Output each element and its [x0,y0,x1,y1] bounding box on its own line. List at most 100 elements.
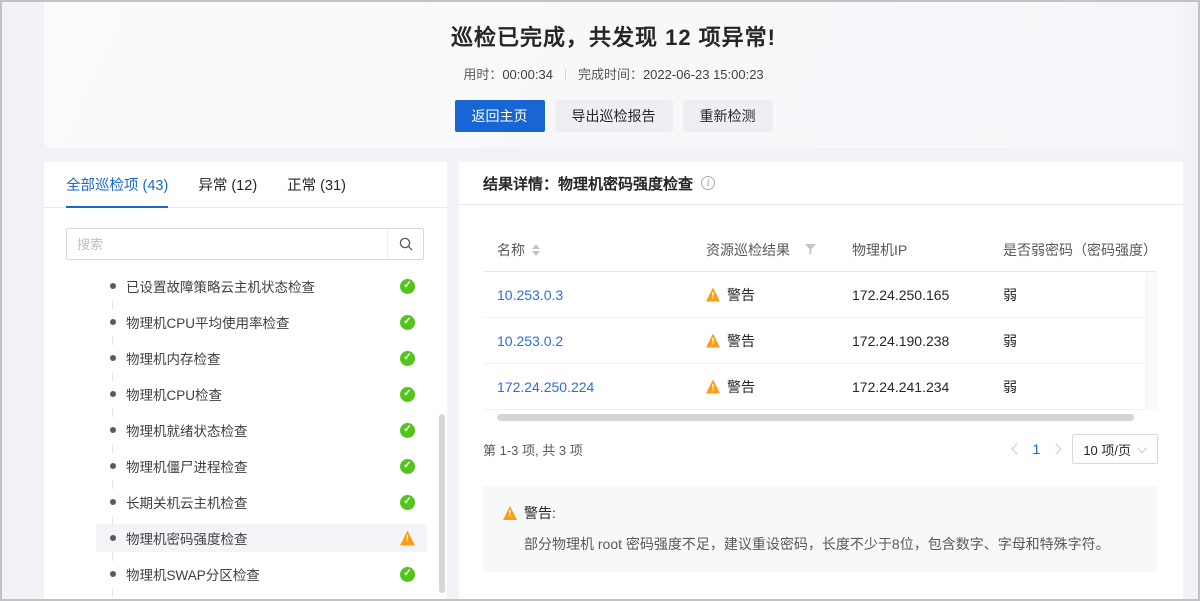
status-warning-icon [400,531,415,546]
resource-link[interactable]: 10.253.0.3 [497,287,563,303]
bullet-icon [110,427,116,433]
duration-label: 用时： [463,67,502,82]
pagination-summary: 第 1-3 项, 共 3 项 [483,440,583,459]
inspection-item[interactable]: 物理机SWAP分区检查 [96,560,427,588]
inspection-item-label: 物理机密码强度检查 [126,528,400,548]
result-value: 警告 [727,331,755,351]
timeline-connector [112,589,113,597]
weak-password-value: 弱 [1003,285,1157,305]
warning-triangle-icon [706,288,720,302]
warning-triangle-icon [503,506,517,520]
status-ok-icon [400,315,415,330]
tab-all-items[interactable]: 全部巡检项 (43) [66,162,168,207]
warning-triangle-icon [706,380,720,394]
back-home-button[interactable]: 返回主页 [455,100,545,132]
weak-password-value: 弱 [1003,377,1157,397]
inspection-item[interactable]: 物理机就绪状态检查 [96,416,427,444]
inspection-item[interactable]: 已设置故障策略云主机状态检查 [96,272,427,300]
warning-message: 部分物理机 root 密码强度不足，建议重设密码，长度不少于8位，包含数字、字母… [524,534,1137,554]
recheck-button[interactable]: 重新检测 [683,100,773,132]
status-ok-icon [400,567,415,582]
search-icon[interactable] [387,229,423,259]
sort-icon[interactable] [532,244,540,256]
inspection-list-panel: 全部巡检项 (43) 异常 (12) 正常 (31) 已设置故障策略云主机状态检… [44,162,447,599]
bullet-icon [110,319,116,325]
table-header-row: 名称 资源巡检结果 物理机IP 是否弱密码（密码强度） [483,228,1157,272]
table-row: 10.253.0.2 警告 172.24.190.238 弱 [483,318,1157,364]
column-header-ip: 物理机IP [852,240,1003,260]
inspection-item-label: 物理机僵尸进程检查 [126,456,400,476]
table-horizontal-scrollbar[interactable] [497,414,1134,421]
inspection-item[interactable]: 物理机僵尸进程检查 [96,452,427,480]
inspection-item-label: 物理机SWAP分区检查 [126,564,400,584]
bullet-icon [110,355,116,361]
filter-icon[interactable] [805,244,816,255]
page-size-value: 10 项/页 [1083,440,1131,459]
meta-divider [565,69,566,81]
page-title: 巡检已完成，共发现 12 项异常! [44,20,1183,52]
status-ok-icon [400,387,415,402]
inspection-item-label: 已设置故障策略云主机状态检查 [126,276,400,296]
warning-message-box: 警告: 部分物理机 root 密码强度不足，建议重设密码，长度不少于8位，包含数… [483,486,1157,572]
bullet-icon [110,463,116,469]
pagination: 第 1-3 项, 共 3 项 1 10 项/页 [483,432,1158,466]
status-ok-icon [400,459,415,474]
app-window: 巡检已完成，共发现 12 项异常! 用时：00:00:34 完成时间：2022-0… [0,0,1200,601]
next-page-icon[interactable] [1051,443,1062,454]
result-value: 警告 [727,285,755,305]
info-icon[interactable]: i [701,176,715,190]
inspection-item-label: 物理机就绪状态检查 [126,420,400,440]
prev-page-icon[interactable] [1011,443,1022,454]
tab-bar: 全部巡检项 (43) 异常 (12) 正常 (31) [44,162,447,208]
inspection-items-list: 已设置故障策略云主机状态检查 物理机CPU平均使用率检查 物理机内存检查 物理机… [44,266,447,599]
warning-triangle-icon [706,334,720,348]
status-ok-icon [400,423,415,438]
summary-actions: 返回主页 导出巡检报告 重新检测 [44,100,1183,132]
bullet-icon [110,283,116,289]
inspection-item-label: 物理机内存检查 [126,348,400,368]
inspection-item-label: 长期关机云主机检查 [126,492,400,512]
status-ok-icon [400,351,415,366]
finish-time-value: 2022-06-23 15:00:23 [643,67,764,82]
inspection-item[interactable]: 长期关机云主机检查 [96,488,427,516]
finish-time-label: 完成时间： [578,67,643,82]
detail-title: 结果详情：物理机密码强度检查 [483,173,693,194]
search-box [66,228,424,260]
bullet-icon [110,391,116,397]
table-row: 172.24.250.224 警告 172.24.241.234 弱 [483,364,1157,410]
inspection-item[interactable]: 物理机CPU检查 [96,380,427,408]
warning-title: 警告: [524,503,556,523]
ip-value: 172.24.190.238 [852,333,1003,349]
inspection-item-label: 物理机CPU平均使用率检查 [126,312,400,332]
inspection-item-selected[interactable]: 物理机密码强度检查 [96,524,427,552]
page-size-select[interactable]: 10 项/页 [1072,434,1158,464]
ip-value: 172.24.250.165 [852,287,1003,303]
table-row: 10.253.0.3 警告 172.24.250.165 弱 [483,272,1157,318]
inspection-item[interactable]: 物理机CPU平均使用率检查 [96,308,427,336]
weak-password-value: 弱 [1003,331,1157,351]
inspection-item-label: 物理机CPU检查 [126,384,400,404]
sidebar-scrollbar[interactable] [439,414,445,593]
result-table: 名称 资源巡检结果 物理机IP 是否弱密码（密码强度） 10.253.0.3 警… [483,228,1157,410]
inspection-item[interactable]: 物理机内存检查 [96,344,427,372]
table-vertical-scrollbar[interactable] [1146,273,1157,410]
column-header-weak-password: 是否弱密码（密码强度） [1003,240,1157,260]
ip-value: 172.24.241.234 [852,379,1003,395]
bullet-icon [110,499,116,505]
status-ok-icon [400,279,415,294]
tab-normal[interactable]: 正常 (31) [287,162,346,207]
resource-link[interactable]: 10.253.0.2 [497,333,563,349]
tab-abnormal[interactable]: 异常 (12) [198,162,257,207]
result-detail-panel: 结果详情：物理机密码强度检查 i 名称 资源巡检结果 物理机IP 是否弱密码（密… [459,162,1183,599]
export-report-button[interactable]: 导出巡检报告 [555,100,673,132]
page-number[interactable]: 1 [1033,441,1041,457]
duration-value: 00:00:34 [502,67,553,82]
result-value: 警告 [727,377,755,397]
resource-link[interactable]: 172.24.250.224 [497,379,594,395]
chevron-down-icon [1137,443,1147,453]
pagination-controls: 1 10 项/页 [1013,434,1158,464]
status-ok-icon [400,495,415,510]
summary-card: 巡检已完成，共发现 12 项异常! 用时：00:00:34 完成时间：2022-0… [44,2,1183,148]
summary-meta: 用时：00:00:34 完成时间：2022-06-23 15:00:23 [44,64,1183,83]
search-input[interactable] [67,229,387,259]
